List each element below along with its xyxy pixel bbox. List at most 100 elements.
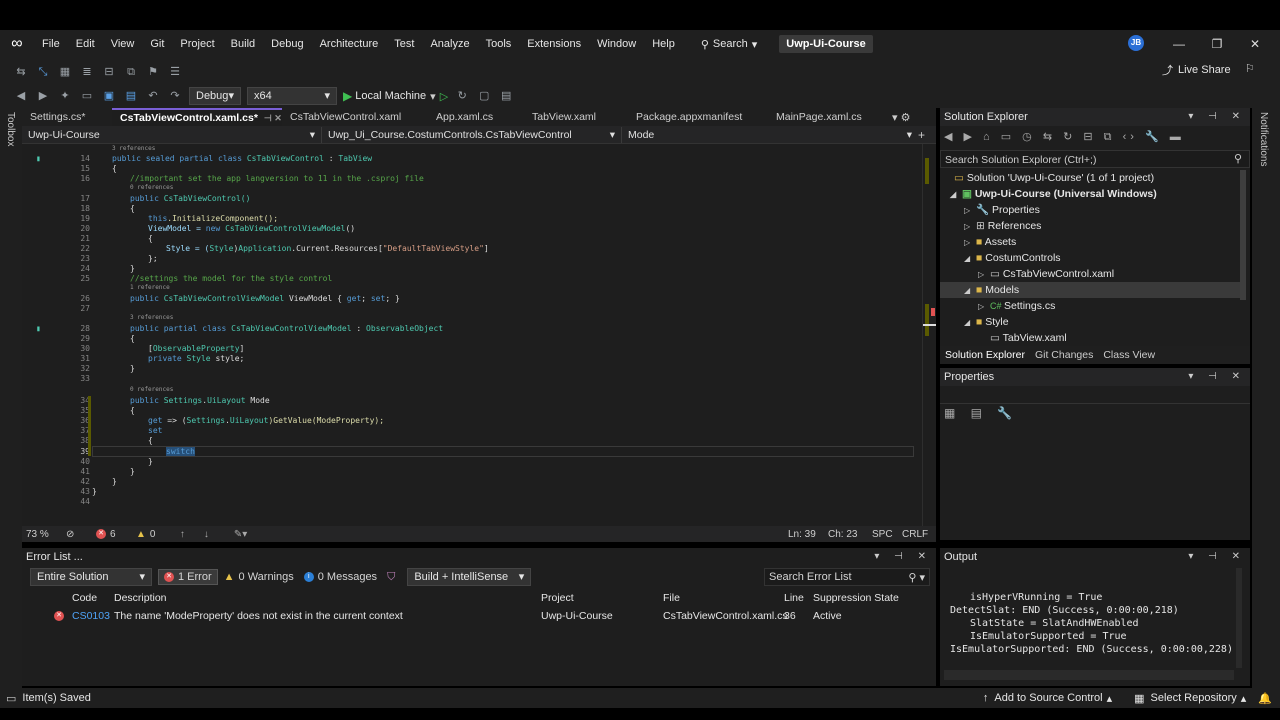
menu-window[interactable]: Window: [589, 30, 644, 58]
format-icon[interactable]: ⤡: [34, 63, 52, 81]
notifications-tab[interactable]: Notifications: [1258, 112, 1269, 166]
menu-file[interactable]: File: [34, 30, 68, 58]
collapse-icon[interactable]: ▷: [978, 299, 990, 315]
avatar[interactable]: JB: [1128, 35, 1144, 51]
type-dropdown[interactable]: Uwp_Ui_Course.CostumControls.CsTabViewCo…: [322, 126, 622, 143]
arrow-down-icon[interactable]: ↓: [204, 529, 234, 540]
zoom-level[interactable]: 73 %: [22, 529, 66, 540]
start-without-debug-icon[interactable]: ▷: [440, 90, 448, 103]
tree-settings-cs[interactable]: ▷ C# Settings.cs: [978, 298, 1055, 314]
errors-filter-button[interactable]: ✕ 1 Error: [158, 569, 218, 585]
panel-controls-icon[interactable]: ▾ ⊣ ✕: [1188, 368, 1246, 386]
expand-icon[interactable]: ◢: [950, 187, 962, 203]
tab-mainpage-xaml-cs[interactable]: MainPage.xaml.cs: [768, 108, 888, 126]
panel-controls-icon[interactable]: ▾ ⊣ ✕: [1188, 548, 1246, 566]
tab-app-xaml-cs[interactable]: App.xaml.cs: [428, 108, 524, 126]
output-horizontal-scrollbar[interactable]: [944, 670, 1234, 680]
tab-cstabviewcontrol-xaml-cs[interactable]: CsTabViewControl.xaml.cs* ⊣ ✕: [112, 108, 282, 126]
panel-controls-icon[interactable]: ▾ ⊣ ✕: [874, 548, 932, 566]
tab-class-view[interactable]: Class View: [1098, 346, 1160, 364]
panel-controls-icon[interactable]: ▾ ⊣ ✕: [1188, 108, 1246, 126]
error-code-link[interactable]: CS0103: [72, 608, 110, 624]
code-editor[interactable]: 3 references 14 public sealed partial cl…: [22, 144, 936, 526]
tab-package-appxmanifest[interactable]: Package.appxmanifest: [628, 108, 768, 126]
breakpoint-indicator-icon[interactable]: ▮: [36, 324, 44, 333]
tab-overflow-icon[interactable]: ▾ ⚙: [892, 111, 910, 124]
menu-analyze[interactable]: Analyze: [422, 30, 477, 58]
solution-search-input[interactable]: Search Solution Explorer (Ctrl+;): [940, 150, 1250, 168]
live-share-button[interactable]: ⤴ Live Share: [1162, 62, 1231, 78]
tree-models[interactable]: ◢ ■ Models: [940, 282, 1240, 298]
tab-git-changes[interactable]: Git Changes: [1030, 346, 1098, 364]
save-icon[interactable]: ▣: [100, 87, 118, 105]
chevron-up-icon[interactable]: ▴: [1107, 692, 1113, 705]
tree-style[interactable]: ◢ ■ Style: [964, 314, 1009, 330]
error-list-search-input[interactable]: Search Error List ⚲ ▾: [764, 568, 930, 586]
tree-properties[interactable]: ▷ 🔧 Properties: [964, 202, 1040, 218]
tree-tabview-xaml[interactable]: ▭ TabView.xaml: [990, 330, 1067, 346]
feedback-icon[interactable]: ⚐: [1245, 62, 1255, 75]
menu-help[interactable]: Help: [644, 30, 683, 58]
breakpoint-indicator-icon[interactable]: ▮: [36, 154, 44, 163]
line-indicator[interactable]: Ln: 39: [788, 529, 828, 540]
menu-build[interactable]: Build: [223, 30, 263, 58]
bookmark-icon[interactable]: ⚑: [144, 63, 162, 81]
tab-cstabviewcontrol-xaml[interactable]: CsTabViewControl.xaml: [282, 108, 428, 126]
comment-icon[interactable]: ⧉: [122, 63, 140, 81]
visual-studio-logo-icon[interactable]: ∞: [6, 33, 28, 55]
add-to-source-control-button[interactable]: Add to Source Control: [994, 692, 1102, 704]
codelens-references[interactable]: 1 reference: [130, 284, 170, 291]
tree-references[interactable]: ▷ ⊞ References: [964, 218, 1041, 234]
menu-view[interactable]: View: [103, 30, 143, 58]
tree-scrollbar[interactable]: [1240, 170, 1246, 300]
menu-tools[interactable]: Tools: [478, 30, 520, 58]
platform-select[interactable]: x64 ▾: [247, 87, 337, 105]
layout-icon[interactable]: ▦: [56, 63, 74, 81]
search-icon[interactable]: ⚲: [1234, 152, 1242, 165]
back-icon[interactable]: ◀: [12, 87, 30, 105]
redo-icon[interactable]: ↷: [166, 87, 184, 105]
warnings-filter-button[interactable]: ▲ 0 Warnings: [224, 571, 294, 583]
tree-project[interactable]: ◢ ▣ Uwp-Ui-Course (Universal Windows): [950, 186, 1157, 202]
messages-filter-button[interactable]: i 0 Messages: [303, 571, 377, 583]
collapse-icon[interactable]: ▷: [964, 235, 976, 251]
play-icon[interactable]: ▶: [343, 89, 352, 103]
collapse-icon[interactable]: ▷: [964, 203, 976, 219]
browser-icon[interactable]: ▢: [475, 87, 493, 105]
warning-count[interactable]: 0: [150, 529, 180, 540]
column-header-project[interactable]: Project: [541, 590, 574, 606]
column-header-line[interactable]: Line: [784, 590, 804, 606]
codelens-references[interactable]: 3 references: [112, 145, 155, 152]
menu-architecture[interactable]: Architecture: [312, 30, 387, 58]
menu-extensions[interactable]: Extensions: [519, 30, 589, 58]
expand-icon[interactable]: ◢: [964, 251, 976, 267]
tree-assets[interactable]: ▷ ■ Assets: [964, 234, 1016, 250]
menu-debug[interactable]: Debug: [263, 30, 311, 58]
open-folder-icon[interactable]: ▭: [78, 87, 96, 105]
tab-tabview-xaml[interactable]: TabView.xaml: [524, 108, 628, 126]
menu-project[interactable]: Project: [172, 30, 222, 58]
column-header-description[interactable]: Description: [114, 590, 167, 606]
brush-icon[interactable]: ✎▾: [234, 529, 264, 540]
search-menu[interactable]: ⚲ Search ▾: [693, 38, 765, 51]
new-project-icon[interactable]: ✦: [56, 87, 74, 105]
format-icon[interactable]: ⊘: [66, 529, 96, 540]
expand-icon[interactable]: ◢: [964, 283, 976, 299]
spaces-indicator[interactable]: SPC: [872, 529, 902, 540]
tree-costumcontrols[interactable]: ◢ ■ CostumControls: [964, 250, 1061, 266]
list-icon[interactable]: ☰: [166, 63, 184, 81]
member-dropdown[interactable]: Mode ▾: [622, 127, 918, 143]
collapse-icon[interactable]: ▷: [964, 219, 976, 235]
hot-reload-icon[interactable]: ↻: [453, 87, 471, 105]
properties-toolbar-icon[interactable]: ▦ ▤ 🔧: [944, 406, 1018, 420]
scope-select[interactable]: Entire Solution ▾: [30, 568, 152, 586]
tab-settings-cs[interactable]: Settings.cs*: [22, 108, 112, 126]
codelens-references[interactable]: 0 references: [130, 386, 173, 393]
pin-icon[interactable]: ⊣ ✕: [264, 113, 282, 123]
chevron-down-icon[interactable]: ▾: [430, 90, 436, 103]
codelens-references[interactable]: 3 references: [130, 314, 173, 321]
column-header-file[interactable]: File: [663, 590, 680, 606]
outdent-icon[interactable]: ⊟: [100, 63, 118, 81]
expand-icon[interactable]: ◢: [964, 315, 976, 331]
editor-vertical-scrollbar[interactable]: [922, 144, 936, 526]
